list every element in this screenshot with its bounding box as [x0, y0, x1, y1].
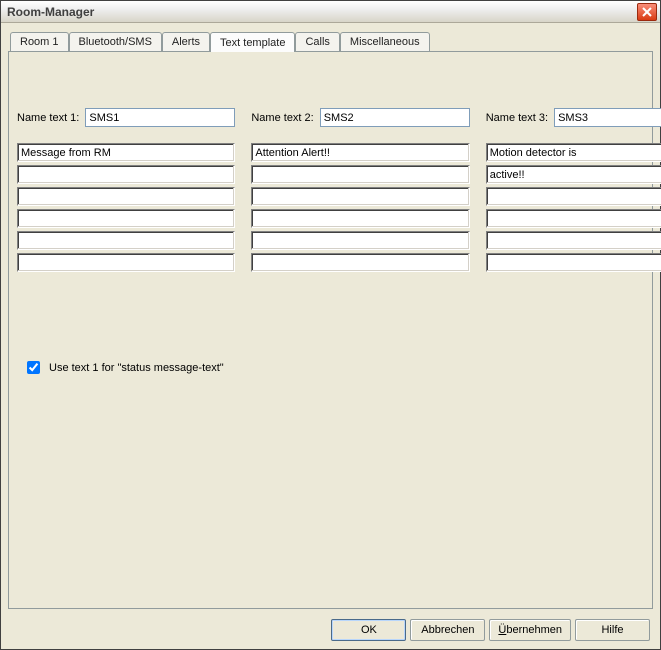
name-input-1[interactable] [85, 108, 235, 127]
message-line[interactable] [486, 143, 661, 162]
message-lines-1 [17, 143, 235, 272]
use-text1-label: Use text 1 for "status message-text" [49, 362, 224, 374]
name-row-1: Name text 1: [17, 108, 235, 127]
message-line[interactable] [251, 253, 469, 272]
message-line[interactable] [251, 231, 469, 250]
help-button[interactable]: Hilfe [575, 619, 650, 641]
message-line[interactable] [251, 209, 469, 228]
column-1: Name text 1: [17, 108, 235, 272]
window-title: Room-Manager [7, 5, 637, 19]
window: Room-Manager Room 1 Bluetooth/SMS Alerts… [0, 0, 661, 650]
text-template-columns: Name text 1: [17, 108, 644, 272]
message-line[interactable] [486, 165, 661, 184]
tab-alerts[interactable]: Alerts [162, 32, 210, 51]
name-row-2: Name text 2: [251, 108, 469, 127]
message-line[interactable] [17, 143, 235, 162]
tabs-header: Room 1 Bluetooth/SMS Alerts Text templat… [10, 31, 653, 51]
name-input-3[interactable] [554, 108, 661, 127]
use-text1-checkbox-row[interactable]: Use text 1 for "status message-text" [23, 358, 644, 377]
message-line[interactable] [17, 209, 235, 228]
tab-calls[interactable]: Calls [295, 32, 339, 51]
message-line[interactable] [486, 253, 661, 272]
client-area: Room 1 Bluetooth/SMS Alerts Text templat… [8, 31, 653, 609]
name-label-2: Name text 2: [251, 112, 313, 124]
message-line[interactable] [17, 165, 235, 184]
column-3: Name text 3: [486, 108, 661, 272]
use-text1-checkbox[interactable] [27, 361, 40, 374]
message-line[interactable] [486, 231, 661, 250]
name-label-1: Name text 1: [17, 112, 79, 124]
tab-miscellaneous[interactable]: Miscellaneous [340, 32, 430, 51]
message-line[interactable] [251, 187, 469, 206]
cancel-button[interactable]: Abbrechen [410, 619, 485, 641]
message-line[interactable] [251, 143, 469, 162]
message-line[interactable] [17, 231, 235, 250]
apply-button[interactable]: Übernehmen [489, 619, 571, 641]
button-bar: OK Abbrechen Übernehmen Hilfe [331, 619, 650, 641]
close-button[interactable] [637, 3, 657, 21]
tab-text-template[interactable]: Text template [210, 32, 295, 52]
message-line[interactable] [251, 165, 469, 184]
message-line[interactable] [486, 187, 661, 206]
tab-bluetooth-sms[interactable]: Bluetooth/SMS [69, 32, 162, 51]
message-lines-2 [251, 143, 469, 272]
name-label-3: Name text 3: [486, 112, 548, 124]
column-2: Name text 2: [251, 108, 469, 272]
message-lines-3 [486, 143, 661, 272]
message-line[interactable] [17, 187, 235, 206]
message-line[interactable] [486, 209, 661, 228]
tab-content: Name text 1: [9, 52, 652, 608]
tab-panel: Name text 1: [8, 51, 653, 609]
titlebar: Room-Manager [1, 1, 660, 23]
ok-button[interactable]: OK [331, 619, 406, 641]
name-input-2[interactable] [320, 108, 470, 127]
tab-room-1[interactable]: Room 1 [10, 32, 69, 51]
name-row-3: Name text 3: [486, 108, 661, 127]
close-icon [642, 7, 652, 17]
message-line[interactable] [17, 253, 235, 272]
